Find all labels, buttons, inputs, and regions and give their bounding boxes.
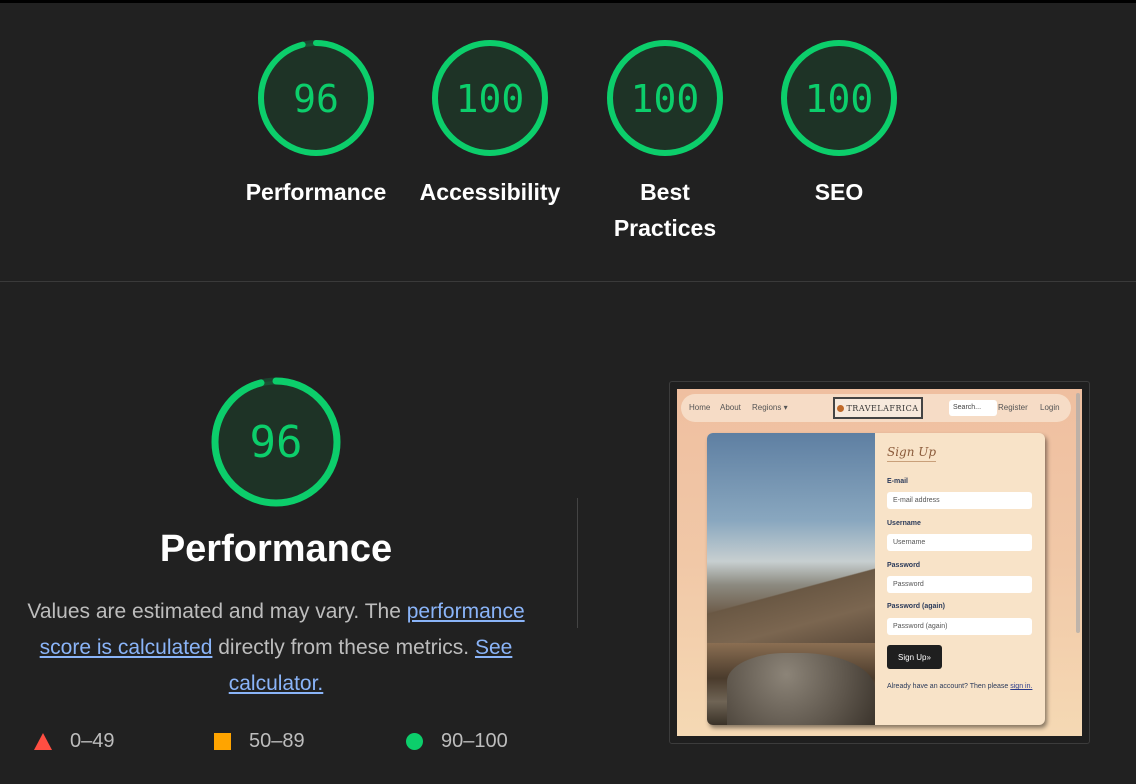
- password2-field: Password (again): [887, 618, 1032, 635]
- gauge-label: SEO: [814, 179, 864, 205]
- gauge-score: 96: [250, 417, 303, 468]
- signin-note: Already have an account? Then please sig…: [887, 681, 1037, 692]
- circle-icon: [406, 733, 423, 750]
- performance-main-gauge: 96: [206, 372, 346, 512]
- gauge-ring: 100: [607, 40, 723, 156]
- email-label: E-mail: [887, 478, 909, 485]
- performance-description: Values are estimated and may vary. The p…: [10, 594, 542, 702]
- gauge-label: Accessibility: [419, 179, 561, 205]
- screenshot-scrollbar: [1076, 393, 1080, 633]
- site-navbar: Home About Regions ▾ TRAVELAFRICA Search…: [681, 394, 1071, 422]
- legend-range: 50–89: [249, 730, 305, 752]
- email-field: E-mail address: [887, 492, 1032, 509]
- gauge-accessibility[interactable]: 100 Accessibility: [414, 38, 566, 248]
- legend-average: 50–89: [214, 730, 305, 753]
- password-label: Password: [887, 562, 921, 569]
- nav-regions: Regions ▾: [752, 403, 788, 412]
- gauge-label: Performance: [245, 179, 387, 205]
- note-text: Already have an account? Then please: [887, 683, 1011, 690]
- gauge-score: 100: [631, 77, 700, 121]
- username-label: Username: [887, 520, 921, 527]
- password2-label: Password (again): [887, 603, 945, 610]
- signin-link: sign in.: [1010, 683, 1033, 690]
- legend-range: 0–49: [70, 730, 115, 752]
- desc-text: directly from these metrics.: [212, 636, 475, 659]
- gauge-label: Best Practices: [613, 179, 717, 241]
- mountain-photo: [707, 433, 875, 725]
- gauge-score: 100: [805, 77, 874, 121]
- username-field: Username: [887, 534, 1032, 551]
- globe-icon: [837, 404, 845, 412]
- form-title: Sign Up: [887, 445, 937, 462]
- nav-register: Register: [998, 403, 1028, 412]
- legend-fail: 0–49: [34, 730, 115, 753]
- gauge-seo[interactable]: 100 SEO: [763, 38, 915, 248]
- gauge-score: 96: [293, 77, 339, 121]
- gauge-ring: 100: [781, 40, 897, 156]
- legend-range: 90–100: [441, 730, 508, 752]
- nav-about: About: [720, 403, 741, 412]
- nav-login: Login: [1040, 403, 1060, 412]
- gauge-best-practices[interactable]: 100 Best Practices: [589, 38, 741, 248]
- foreground-rocks: [727, 653, 875, 725]
- square-icon: [214, 733, 231, 750]
- performance-title: Performance: [159, 528, 393, 570]
- site-search: Search...: [949, 400, 997, 416]
- logo-text: TRAVELAFRICA: [846, 403, 919, 413]
- vertical-divider: [577, 498, 578, 628]
- gauge-performance[interactable]: 96 Performance: [240, 38, 392, 248]
- gauge-ring: 96: [211, 377, 341, 507]
- desc-text: Values are estimated and may vary. The: [27, 600, 407, 623]
- top-border: [0, 0, 1136, 3]
- legend-pass: 90–100: [406, 730, 508, 753]
- nav-home: Home: [689, 403, 711, 412]
- signup-button: Sign Up»: [887, 645, 942, 669]
- gauge-ring: 96: [258, 40, 374, 156]
- section-divider: [0, 281, 1136, 282]
- gauge-ring: 100: [432, 40, 548, 156]
- final-screenshot[interactable]: Home About Regions ▾ TRAVELAFRICA Search…: [677, 389, 1082, 736]
- gauge-score: 100: [456, 77, 525, 121]
- mountain-peak: [707, 563, 875, 643]
- signup-card: Sign Up E-mail E-mail address Username U…: [707, 433, 1045, 725]
- triangle-icon: [34, 733, 52, 750]
- signup-form: Sign Up E-mail E-mail address Username U…: [885, 433, 1045, 725]
- password-field: Password: [887, 576, 1032, 593]
- site-logo: TRAVELAFRICA: [833, 397, 923, 419]
